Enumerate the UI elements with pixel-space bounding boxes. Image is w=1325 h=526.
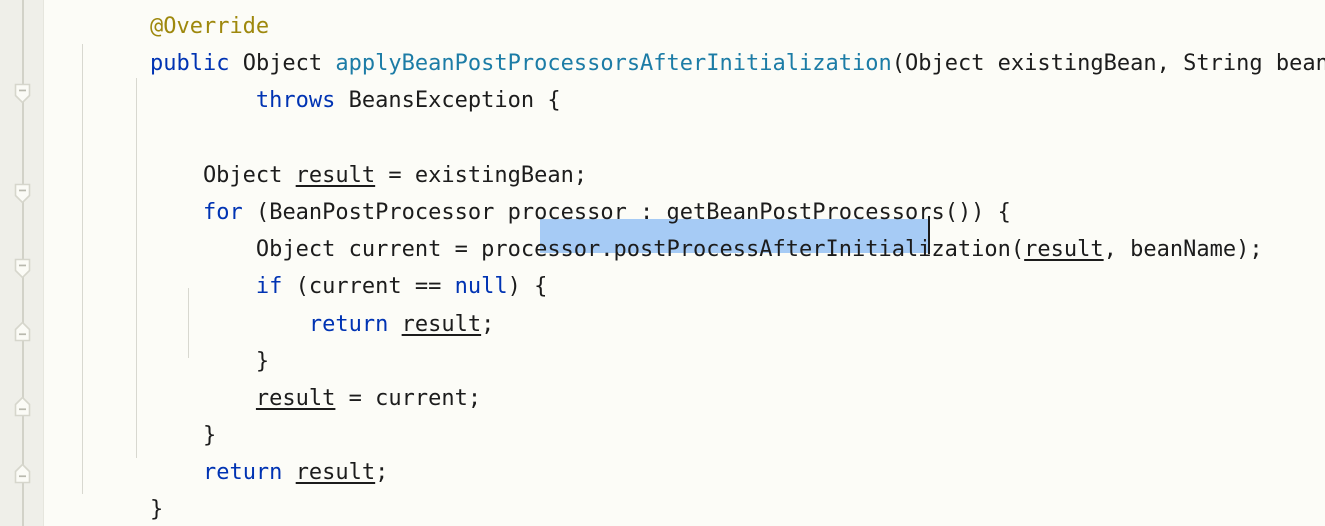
code-token: (BeanPostProcessor processor : getBeanPo…	[242, 199, 1011, 225]
code-token: return	[202, 460, 283, 486]
code-line[interactable]: }	[44, 417, 1325, 454]
code-token: result	[401, 311, 482, 337]
code-token: throws	[255, 88, 336, 114]
code-token: for	[202, 199, 243, 225]
code-line[interactable]: for (BeanPostProcessor processor : getBe…	[44, 194, 1325, 231]
code-token: if	[255, 274, 283, 300]
code-line[interactable]: return result;	[44, 306, 1325, 343]
code-token: Object	[44, 162, 296, 188]
code-token: applyBeanPostProcessorsAfterInitializati…	[335, 51, 892, 77]
code-token: ) {	[507, 274, 548, 300]
code-token: @Override	[149, 14, 270, 39]
code-token: = existingBean;	[375, 162, 588, 188]
code-token: result	[255, 385, 336, 411]
code-line[interactable]: if (current == null) {	[44, 268, 1325, 305]
code-line[interactable]: @Override	[44, 8, 1325, 45]
code-line[interactable]: Object result = existingBean;	[44, 157, 1325, 194]
code-line[interactable]: Object current = processor.postProcessAf…	[44, 231, 1325, 268]
code-line[interactable]: public Object applyBeanPostProcessorsAft…	[44, 45, 1325, 82]
code-token: Object current = processor.	[44, 237, 614, 263]
editor-code-area[interactable]: @Override public Object applyBeanPostPro…	[44, 0, 1325, 526]
fold-end-method-icon[interactable]	[13, 462, 32, 485]
code-token: null	[454, 274, 508, 300]
code-line[interactable]: return result;	[44, 454, 1325, 491]
code-token: (Object existingBean, String beanName)	[891, 51, 1325, 77]
code-token: (	[1010, 237, 1025, 263]
code-token: Object	[229, 51, 336, 77]
code-token: result	[1024, 237, 1104, 263]
fold-end-for-icon[interactable]	[13, 395, 32, 418]
code-token: }	[44, 423, 217, 449]
code-token: }	[44, 497, 164, 523]
fold-collapse-method-icon[interactable]	[13, 82, 32, 105]
text-caret	[928, 216, 930, 254]
code-token: postProcessAfterInitialization	[613, 237, 1011, 263]
code-token: = current;	[335, 385, 482, 411]
code-token: result	[295, 460, 376, 486]
code-text[interactable]: @Override public Object applyBeanPostPro…	[44, 8, 1325, 526]
code-token: BeansException {	[335, 88, 561, 114]
code-token: ;	[481, 311, 495, 337]
code-token: }	[44, 348, 270, 374]
code-token: return	[308, 311, 389, 337]
code-line[interactable]	[44, 120, 1325, 157]
gutter-border	[43, 0, 44, 526]
code-line[interactable]: result = current;	[44, 380, 1325, 417]
code-token: result	[295, 162, 376, 188]
fold-collapse-for-icon[interactable]	[13, 182, 32, 205]
code-token: ;	[375, 460, 389, 486]
editor-gutter[interactable]	[0, 0, 44, 526]
code-token: , beanName);	[1103, 237, 1263, 263]
code-token: (current ==	[282, 274, 455, 300]
code-line[interactable]: }	[44, 491, 1325, 526]
code-line[interactable]: }	[44, 343, 1325, 380]
fold-collapse-if-icon[interactable]	[13, 257, 32, 280]
fold-end-if-icon[interactable]	[13, 320, 32, 343]
code-editor[interactable]: @Override public Object applyBeanPostPro…	[0, 0, 1325, 526]
code-line[interactable]: throws BeansException {	[44, 82, 1325, 119]
code-token: public	[149, 51, 230, 77]
